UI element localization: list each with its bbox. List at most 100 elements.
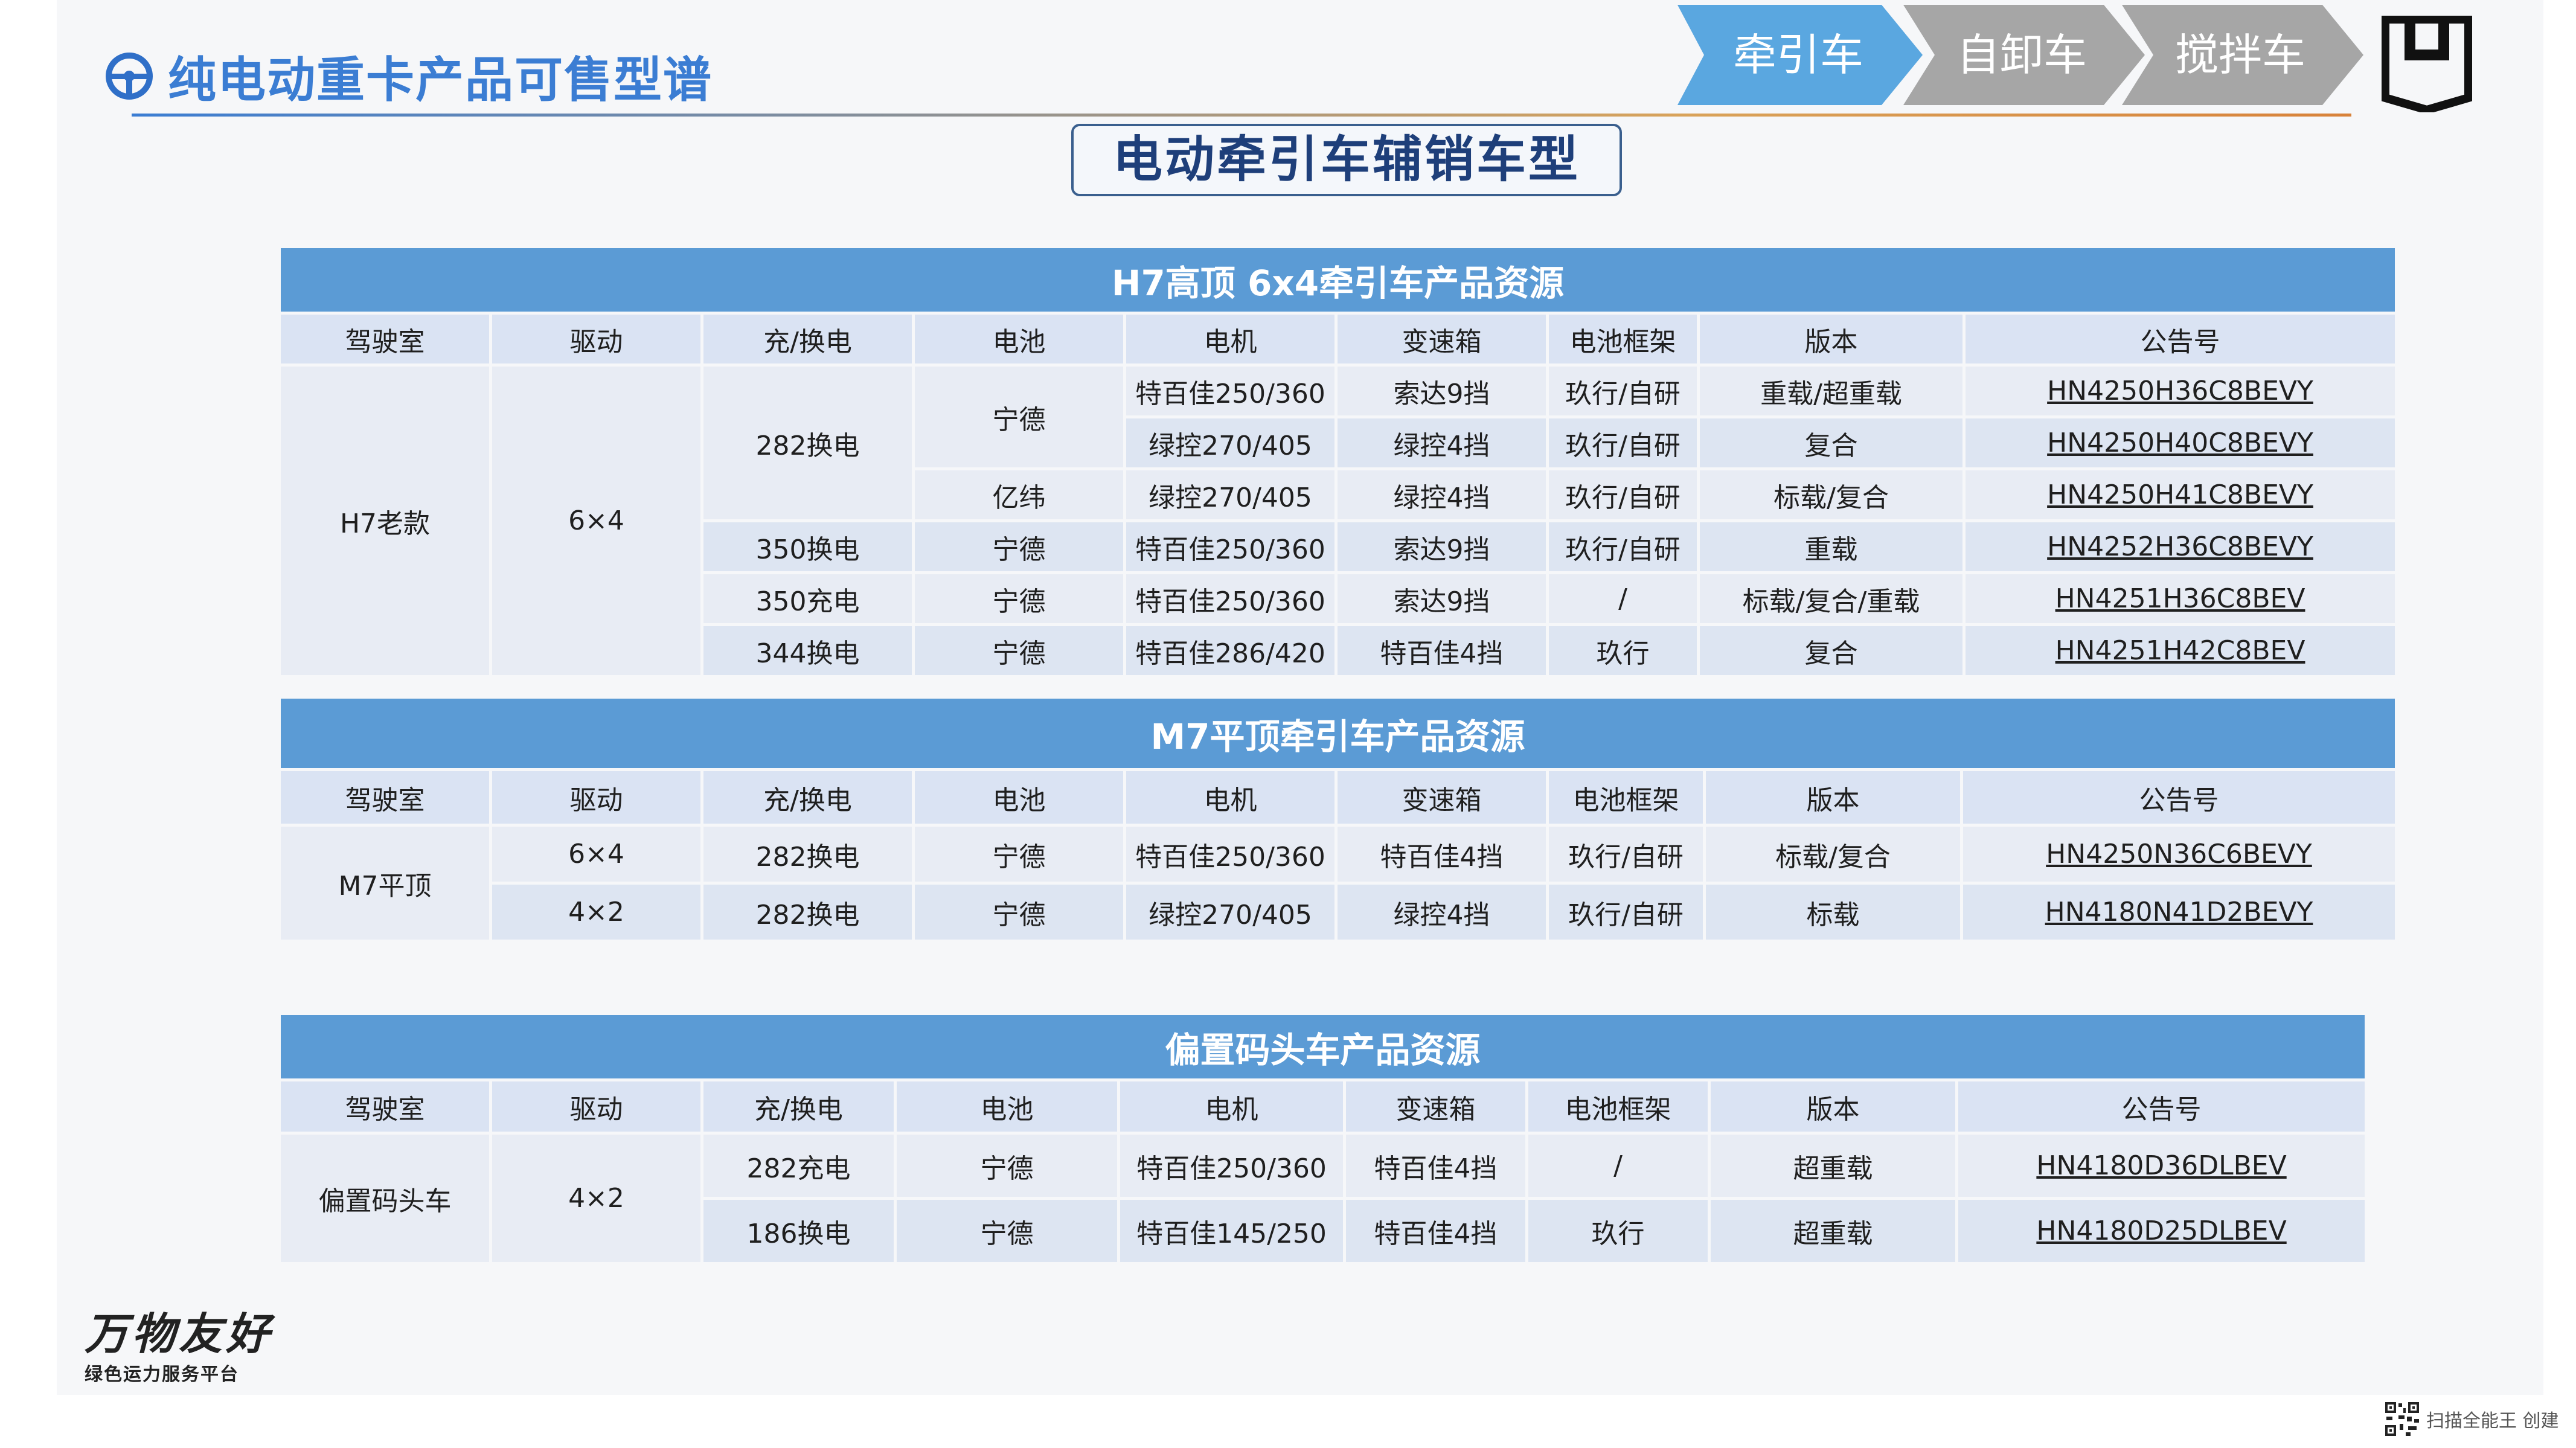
column-header: 电机: [1123, 312, 1338, 367]
battery-cell: 宁德: [912, 882, 1126, 943]
steering-wheel-icon: [106, 53, 153, 100]
charge-cell: 282换电: [700, 364, 915, 522]
drive-cell: 4×2: [489, 882, 703, 943]
notice-number-text[interactable]: HN4250H41C8BEVY: [2047, 479, 2313, 510]
column-header: 驾驶室: [278, 312, 492, 367]
column-header: 电池: [912, 768, 1126, 827]
notice-number-text[interactable]: HN4180D36DLBEV: [2036, 1150, 2286, 1181]
gearbox-cell: 特百佳4挡: [1334, 623, 1549, 678]
notice-number-link[interactable]: HN4251H42C8BEV: [1962, 623, 2398, 678]
watermark-text: 扫描全能王 创建: [2426, 1411, 2559, 1432]
motor-cell: 特百佳250/360: [1123, 364, 1338, 418]
battery-cell: 宁德: [894, 1197, 1120, 1265]
table-row: 4×2 282换电 宁德 绿控270/405 绿控4挡 玖行/自研 标载 HN4…: [280, 882, 2398, 943]
motor-cell: 绿控270/405: [1123, 882, 1338, 943]
cab-cell: M7平顶: [278, 824, 492, 943]
notice-number-link[interactable]: HN4180D25DLBEV: [1955, 1197, 2368, 1265]
notice-number-text[interactable]: HN4250H36C8BEVY: [2047, 376, 2313, 406]
frame-cell: 玖行/自研: [1546, 519, 1700, 574]
dock-tractor-product-table: 偏置码头车产品资源 驾驶室 驱动 充/换电 电池 电机 变速箱 电池框架 版本 …: [277, 1012, 2368, 1265]
drive-cell: 6×4: [489, 824, 703, 885]
column-header: 电池: [912, 312, 1126, 367]
brand-tagline: 绿色运力服务平台: [85, 1364, 239, 1385]
column-header: 电机: [1123, 768, 1338, 827]
version-cell: 复合: [1697, 415, 1966, 470]
motor-cell: 特百佳286/420: [1123, 623, 1338, 678]
charge-cell: 186换电: [700, 1197, 897, 1265]
notice-number-link[interactable]: HN4250N36C6BEVY: [1960, 824, 2398, 885]
cab-cell: 偏置码头车: [278, 1132, 492, 1265]
notice-number-link[interactable]: HN4250H36C8BEVY: [1962, 364, 2398, 418]
column-header: 电池框架: [1546, 312, 1700, 367]
frame-cell: 玖行: [1525, 1197, 1711, 1265]
category-tabs: 牵引车 自卸车 搅拌车: [1677, 5, 2369, 105]
table-title: 偏置码头车产品资源: [277, 1012, 2368, 1081]
version-cell: 复合: [1697, 623, 1966, 678]
battery-cell: 宁德: [912, 623, 1126, 678]
table-row: 偏置码头车 4×2 282充电 宁德 特百佳250/360 特百佳4挡 / 超重…: [278, 1132, 2368, 1265]
tab-tractor[interactable]: 牵引车: [1702, 5, 1895, 105]
gearbox-cell: 特百佳4挡: [1343, 1132, 1528, 1200]
notice-number-text[interactable]: HN4252H36C8BEVY: [2047, 531, 2313, 562]
frame-cell: 玖行/自研: [1546, 415, 1700, 470]
table-title: H7高顶 6x4牵引车产品资源: [277, 245, 2398, 315]
battery-cell: 宁德: [912, 519, 1126, 574]
drive-cell: 4×2: [489, 1132, 703, 1265]
column-header: 电池: [894, 1078, 1120, 1135]
charge-cell: 282换电: [700, 882, 915, 943]
version-cell: 标载/复合: [1703, 824, 1963, 885]
version-cell: 标载: [1703, 882, 1963, 943]
brand-logo: 万物友好 绿色运力服务平台: [85, 1298, 273, 1386]
notice-number-link[interactable]: HN4180N41D2BEVY: [1960, 882, 2398, 943]
column-header: 电池框架: [1525, 1078, 1711, 1135]
notice-number-text[interactable]: HN4250H40C8BEVY: [2047, 428, 2313, 458]
frame-cell: 玖行/自研: [1546, 467, 1700, 522]
shield-logo-icon: [2382, 16, 2472, 112]
notice-number-link[interactable]: HN4250H40C8BEVY: [1962, 415, 2398, 470]
charge-cell: 350换电: [700, 519, 915, 574]
table-row: M7平顶 6×4 282换电 宁德 特百佳250/360 特百佳4挡 玖行/自研…: [278, 824, 2398, 943]
motor-cell: 绿控270/405: [1123, 415, 1338, 470]
frame-cell: /: [1525, 1132, 1711, 1200]
motor-cell: 特百佳250/360: [1123, 571, 1338, 626]
version-cell: 标载/复合/重载: [1697, 571, 1966, 626]
column-header: 变速箱: [1334, 768, 1549, 827]
notice-number-text[interactable]: HN4180D25DLBEV: [2036, 1216, 2286, 1246]
column-header: 驱动: [489, 768, 703, 827]
charge-cell: 344换电: [700, 623, 915, 678]
tab-mixer-truck[interactable]: 搅拌车: [2144, 5, 2337, 105]
column-header: 充/换电: [700, 1078, 897, 1135]
frame-cell: 玖行/自研: [1546, 882, 1706, 943]
notice-number-text[interactable]: HN4251H36C8BEV: [2055, 583, 2305, 614]
battery-cell: 宁德: [912, 824, 1126, 885]
gearbox-cell: 索达9挡: [1334, 571, 1549, 626]
page-title: 纯电动重卡产品可售型谱: [168, 52, 713, 108]
notice-number-text[interactable]: HN4250N36C6BEVY: [2046, 839, 2312, 870]
notice-number-link[interactable]: HN4251H36C8BEV: [1962, 571, 2398, 626]
motor-cell: 特百佳250/360: [1117, 1132, 1346, 1200]
cab-cell: H7老款: [278, 364, 492, 678]
column-header: 版本: [1697, 312, 1966, 367]
notice-number-link[interactable]: HN4250H41C8BEVY: [1962, 467, 2398, 522]
column-header: 变速箱: [1334, 312, 1549, 367]
battery-cell: 宁德: [912, 364, 1126, 470]
column-header: 驱动: [489, 1078, 703, 1135]
gearbox-cell: 索达9挡: [1334, 364, 1549, 418]
column-header: 版本: [1703, 768, 1963, 827]
version-cell: 超重载: [1708, 1132, 1958, 1200]
version-cell: 重载/超重载: [1697, 364, 1966, 418]
tab-dump-truck[interactable]: 自卸车: [1925, 5, 2118, 105]
notice-number-text[interactable]: HN4251H42C8BEV: [2055, 635, 2305, 666]
h7-product-table: H7高顶 6x4牵引车产品资源 驾驶室 驱动 充/换电 电池 电机 变速箱 电池…: [277, 245, 2398, 678]
notice-number-text[interactable]: HN4180N41D2BEVY: [2045, 897, 2313, 927]
notice-number-link[interactable]: HN4252H36C8BEVY: [1962, 519, 2398, 574]
gearbox-cell: 绿控4挡: [1334, 882, 1549, 943]
qr-code-icon: [2384, 1401, 2420, 1437]
brand-mark: 万物友好: [85, 1308, 274, 1359]
charge-cell: 282换电: [700, 824, 915, 885]
column-header: 驾驶室: [278, 1078, 492, 1135]
column-header: 变速箱: [1343, 1078, 1528, 1135]
notice-number-link[interactable]: HN4180D36DLBEV: [1955, 1132, 2368, 1200]
gearbox-cell: 绿控4挡: [1334, 467, 1549, 522]
frame-cell: 玖行/自研: [1546, 824, 1706, 885]
